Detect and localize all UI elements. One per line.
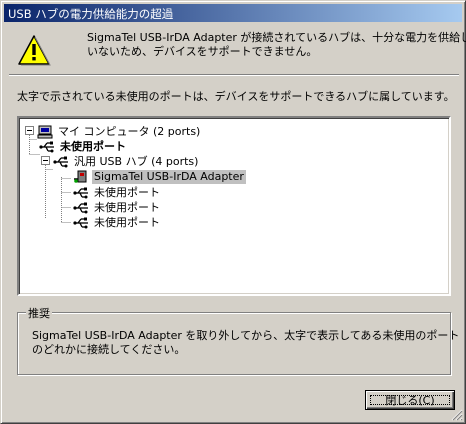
tree-node-unused-port-bold[interactable]: 未使用ポート xyxy=(39,139,128,154)
tree-node-sigmatel-device[interactable]: SigmaTel USB-IrDA Adapter xyxy=(73,169,246,184)
tree-node-computer[interactable]: マイ コンピュータ (2 ports) xyxy=(37,124,202,139)
recommendation-group: 推奨 SigmaTel USB-IrDA Adapter を取り外してから、太字… xyxy=(17,305,459,375)
recommendation-text: SigmaTel USB-IrDA Adapter を取り外してから、太字で表示… xyxy=(32,329,459,357)
usb-port-tree[interactable]: マイ コンピュータ (2 ports) 未使用ポート 汎用 USB ハブ (4 … xyxy=(17,116,451,296)
tree-node-usb-hub[interactable]: 汎用 USB ハブ (4 ports) xyxy=(53,154,200,169)
recommendation-line-1: SigmaTel USB-IrDA Adapter を取り外してから、太字で表示… xyxy=(32,329,460,342)
tree-label-unused-port-2: 未使用ポート xyxy=(94,200,160,214)
tree-node-unused-port-2[interactable]: 未使用ポート xyxy=(73,200,162,215)
usb-port-icon xyxy=(73,187,88,198)
resize-grip-icon[interactable] xyxy=(451,409,463,421)
tree-node-unused-port-1[interactable]: 未使用ポート xyxy=(73,185,162,200)
usb-port-icon xyxy=(39,141,54,152)
separator xyxy=(9,74,459,76)
warning-icon xyxy=(18,35,51,66)
warning-message-line-2: いないため、デバイスをサポートできません。 xyxy=(87,45,318,58)
tree-label-unused-port-3: 未使用ポート xyxy=(94,215,160,229)
usb-port-icon xyxy=(73,202,88,213)
tree-label-sigmatel-device: SigmaTel USB-IrDA Adapter xyxy=(92,169,246,184)
title-bar[interactable]: USB ハブの電力供給能力の超過 xyxy=(4,4,462,22)
window-title: USB ハブの電力供給能力の超過 xyxy=(8,7,174,21)
tree-label-unused-port-bold: 未使用ポート xyxy=(60,139,126,153)
tree-label-usb-hub: 汎用 USB ハブ (4 ports) xyxy=(74,154,199,168)
usb-port-icon xyxy=(73,217,88,228)
tree-label-computer: マイ コンピュータ (2 ports) xyxy=(58,124,201,138)
usb-port-icon xyxy=(53,156,68,167)
recommendation-title: 推奨 xyxy=(26,305,52,321)
recommendation-line-2: のどれかに接続してください。 xyxy=(32,343,186,356)
focus-rectangle xyxy=(370,395,450,405)
warning-message-line-1: SigmaTel USB-IrDA Adapter が接続されているハブは、十分… xyxy=(87,31,466,44)
close-button[interactable]: 閉じる(C) xyxy=(365,390,455,410)
tree-collapse-icon[interactable] xyxy=(41,156,50,165)
warning-message: SigmaTel USB-IrDA Adapter が接続されているハブは、十分… xyxy=(87,31,466,59)
tree-collapse-icon[interactable] xyxy=(25,126,34,135)
tree-node-unused-port-3[interactable]: 未使用ポート xyxy=(73,215,162,230)
usb-device-icon xyxy=(74,170,87,183)
instruction-text: 太字で示されている未使用のポートは、デバイスをサポートできるハブに属しています。 xyxy=(17,90,455,103)
computer-icon xyxy=(37,125,53,138)
dialog-window: USB ハブの電力供給能力の超過 SigmaTel USB-IrDA Adapt… xyxy=(0,0,466,424)
tree-label-unused-port-1: 未使用ポート xyxy=(94,185,160,199)
